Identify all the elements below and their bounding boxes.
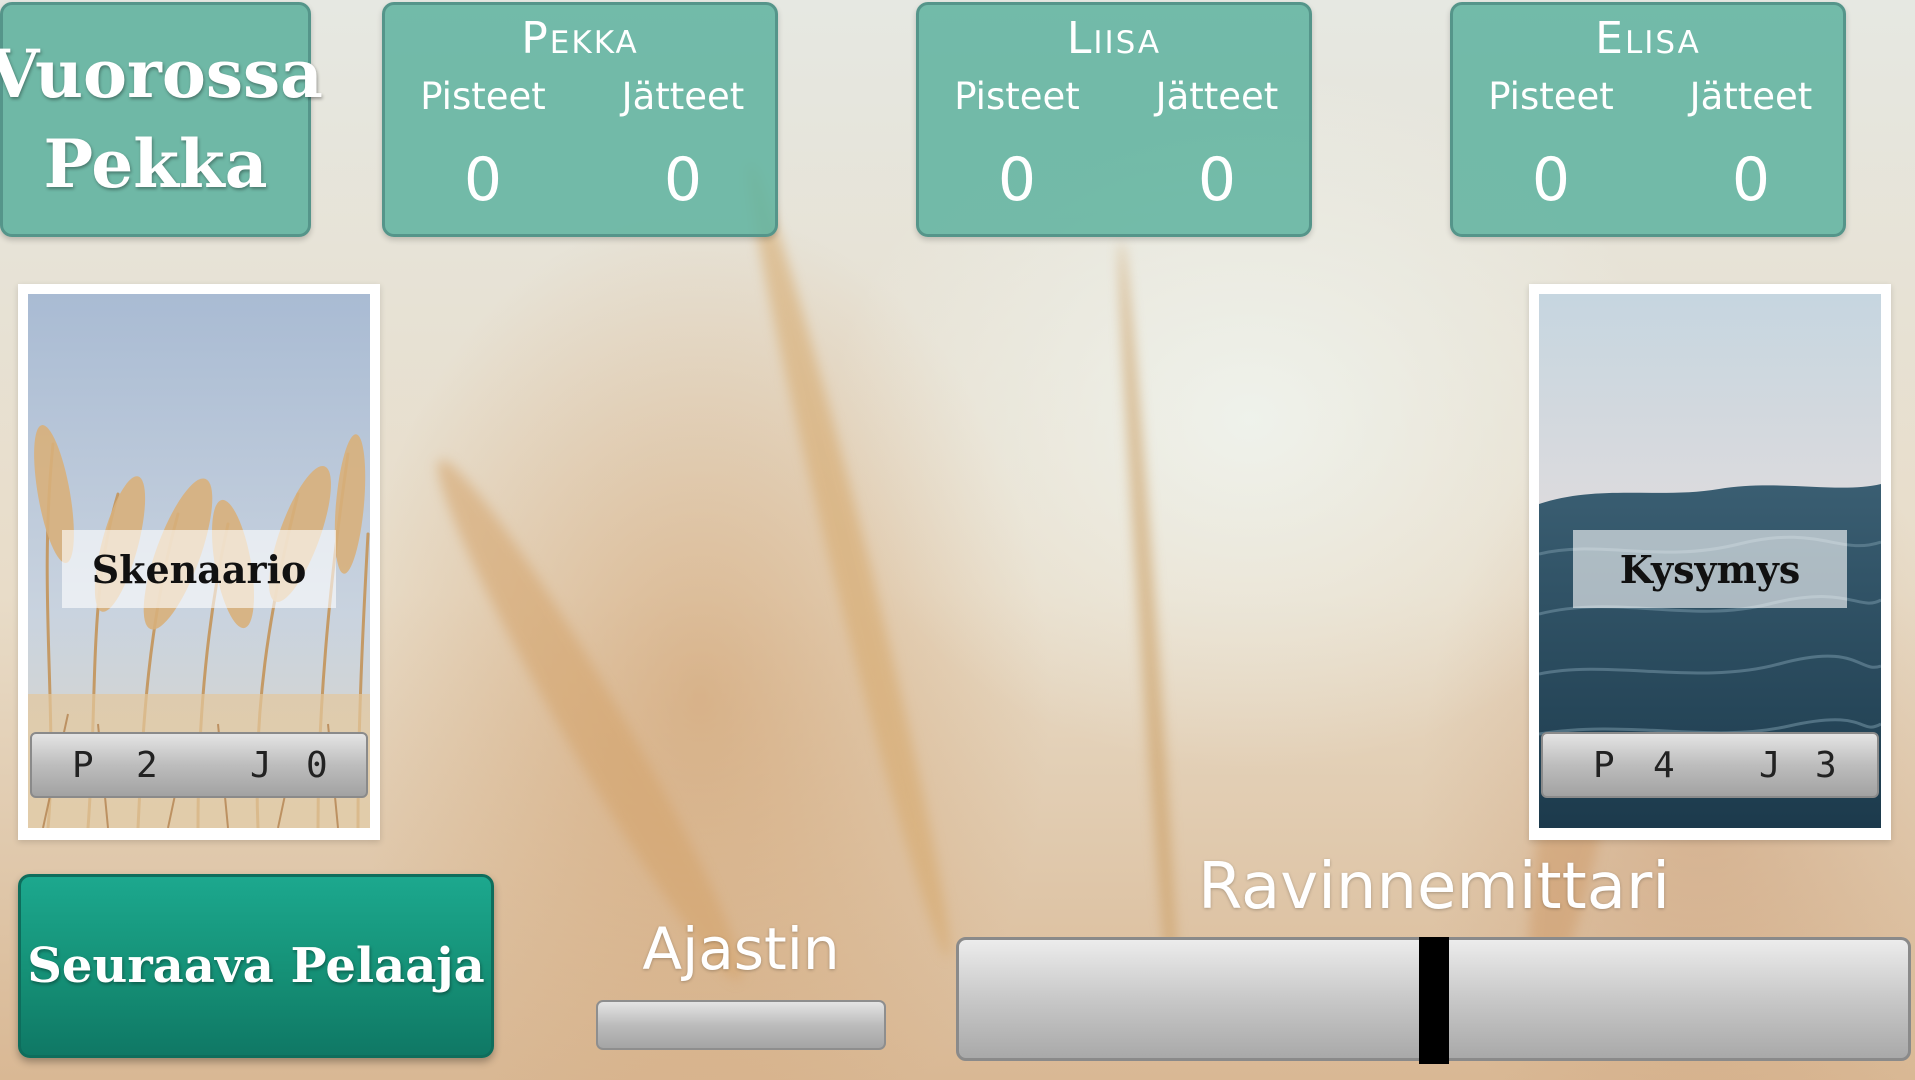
points-label: Pisteet	[420, 75, 546, 118]
waste-label: Jätteet	[621, 75, 745, 118]
question-deck-label: Kysymys	[1573, 530, 1847, 608]
points-abbrev: P	[72, 744, 94, 786]
question-deck[interactable]: Kysymys P 4 J 3	[1529, 284, 1891, 840]
waste-value: 0	[663, 145, 703, 215]
waste-count: 0	[306, 744, 328, 786]
question-card-image: Kysymys P 4 J 3	[1539, 294, 1881, 828]
nutrition-meter	[956, 937, 1911, 1064]
player-card-elisa: Elisa Pisteet Jätteet 0 0	[1450, 2, 1846, 237]
scenario-deck-counter: P 2 J 0	[30, 732, 368, 798]
waste-label: Jätteet	[1155, 75, 1279, 118]
waste-abbrev: J	[250, 744, 272, 786]
nutrition-meter-label: Ravinnemittari	[1197, 850, 1671, 924]
player-name: Elisa	[1595, 13, 1701, 64]
waste-value: 0	[1197, 145, 1237, 215]
points-value: 0	[1531, 145, 1571, 215]
player-card-liisa: Liisa Pisteet Jätteet 0 0	[916, 2, 1312, 237]
question-deck-counter: P 4 J 3	[1541, 732, 1879, 798]
nutrition-meter-indicator	[1418, 937, 1449, 1064]
points-value: 0	[997, 145, 1037, 215]
waste-count: 3	[1815, 744, 1837, 786]
background-stalk	[731, 157, 967, 963]
points-count: 2	[136, 744, 158, 786]
scenario-card-image: Skenaario P 2 J 0	[28, 294, 370, 828]
timer-bar	[596, 1000, 886, 1050]
waste-abbrev: J	[1759, 744, 1781, 786]
turn-player-name: Pekka	[43, 124, 268, 203]
turn-label: Vuorossa	[0, 35, 323, 114]
next-player-button[interactable]: Seuraava Pelaaja	[18, 874, 494, 1058]
waste-value: 0	[1731, 145, 1771, 215]
points-label: Pisteet	[954, 75, 1080, 118]
player-card-pekka: Pekka Pisteet Jätteet 0 0	[382, 2, 778, 237]
points-count: 4	[1653, 744, 1675, 786]
points-abbrev: P	[1593, 744, 1615, 786]
scenario-deck-label: Skenaario	[62, 530, 336, 608]
timer-label: Ajastin	[642, 915, 840, 983]
player-name: Pekka	[521, 13, 639, 64]
points-value: 0	[463, 145, 503, 215]
scenario-deck[interactable]: Skenaario P 2 J 0	[18, 284, 380, 840]
waste-label: Jätteet	[1689, 75, 1813, 118]
current-turn-panel: Vuorossa Pekka	[0, 2, 323, 237]
player-name: Liisa	[1066, 13, 1162, 64]
points-label: Pisteet	[1488, 75, 1614, 118]
